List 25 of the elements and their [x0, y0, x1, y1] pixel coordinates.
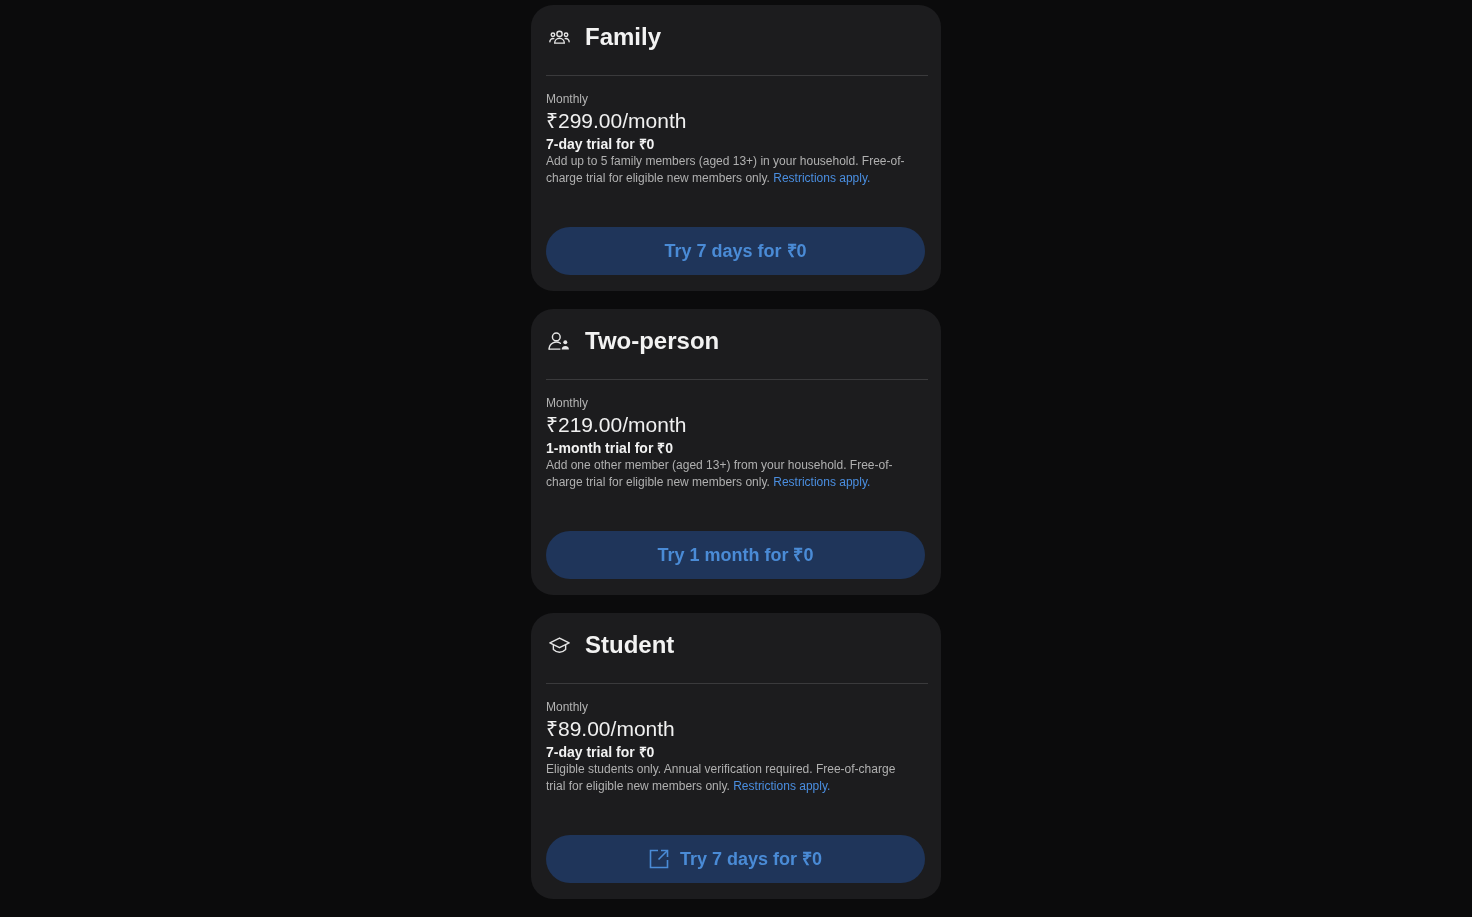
- restrictions-link[interactable]: Restrictions apply.: [773, 171, 871, 185]
- trial-button[interactable]: Try 7 days for ₹0: [546, 835, 925, 883]
- trial-button[interactable]: Try 7 days for ₹0: [546, 227, 925, 275]
- restrictions-link[interactable]: Restrictions apply.: [773, 475, 871, 489]
- plan-price: ₹299.00/month: [546, 108, 687, 134]
- trial-offer: 7-day trial for ₹0: [546, 135, 655, 153]
- billing-period: Monthly: [546, 91, 589, 107]
- plan-title: Family: [585, 22, 662, 52]
- plan-title: Two-person: [585, 326, 720, 356]
- group-icon: [548, 30, 570, 44]
- restrictions-link[interactable]: Restrictions apply.: [733, 779, 831, 793]
- plan-title: Student: [585, 630, 675, 660]
- two-people-icon: [548, 332, 570, 350]
- trial-offer: 1-month trial for ₹0: [546, 439, 673, 457]
- plan-price: ₹219.00/month: [546, 412, 687, 438]
- external-link-icon: [648, 849, 669, 869]
- trial-offer: 7-day trial for ₹0: [546, 743, 655, 761]
- plan-price: ₹89.00/month: [546, 716, 675, 742]
- plan-description: Add up to 5 family members (aged 13+) in your household. Free-of-charge trial for eligible new members only. Restrictions apply.: [546, 153, 906, 187]
- plan-description: Add one other member (aged 13+) from your household. Free-of-charge trial for eligible new members only. Restrictions apply.: [546, 457, 894, 491]
- billing-period: Monthly: [546, 699, 589, 715]
- plan-description: Eligible students only. Annual verification required. Free-of-charge trial for eligible new members only. Restrictions apply.: [546, 761, 897, 795]
- billing-period: Monthly: [546, 395, 589, 411]
- trial-button[interactable]: Try 1 month for ₹0: [546, 531, 925, 579]
- graduation-cap-icon: [548, 636, 570, 654]
